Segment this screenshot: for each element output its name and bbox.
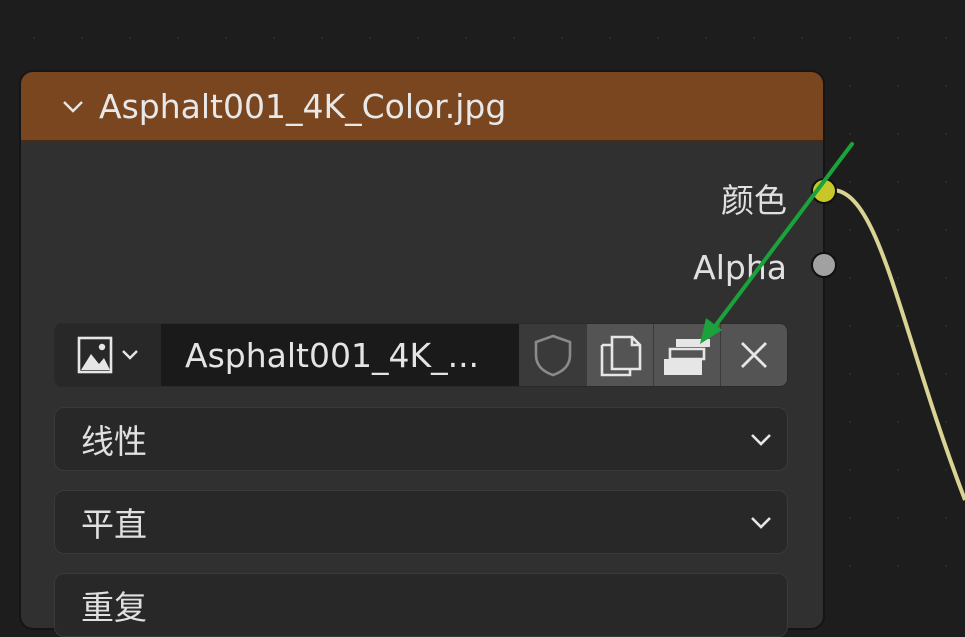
image-name-field[interactable]: Asphalt001_4K_... <box>161 324 519 386</box>
image-datablock-selector: Asphalt001_4K_... <box>54 323 788 387</box>
chevron-down-icon <box>122 350 138 360</box>
projection-value: 平直 <box>81 505 147 544</box>
interpolation-dropdown[interactable]: 线性 <box>54 407 788 471</box>
extension-dropdown[interactable]: 重复 <box>54 573 788 637</box>
chevron-down-icon <box>751 517 771 529</box>
color-output-socket[interactable] <box>811 178 837 204</box>
pack-icon <box>664 339 710 375</box>
chevron-down-icon <box>751 434 771 446</box>
output-alpha-label: Alpha <box>693 248 787 287</box>
extension-value: 重复 <box>81 588 147 627</box>
output-alpha-row: Alpha <box>693 248 787 287</box>
interpolation-value: 线性 <box>81 422 147 461</box>
node-header[interactable]: Asphalt001_4K_Color.jpg <box>21 72 823 142</box>
node-title: Asphalt001_4K_Color.jpg <box>99 86 507 126</box>
output-color-label: 颜色 <box>721 181 787 220</box>
duplicate-icon <box>600 335 642 377</box>
fake-user-button[interactable] <box>519 324 586 386</box>
collapse-chevron-icon[interactable] <box>61 94 85 118</box>
duplicate-image-button[interactable] <box>586 324 653 386</box>
alpha-output-socket[interactable] <box>811 252 837 278</box>
pack-image-button[interactable] <box>653 324 720 386</box>
shield-icon <box>534 334 572 377</box>
output-color-row: 颜色 <box>721 174 787 222</box>
close-icon <box>741 342 767 368</box>
image-icon <box>77 336 113 374</box>
projection-dropdown[interactable]: 平直 <box>54 490 788 554</box>
image-browse-button[interactable] <box>55 324 161 386</box>
unlink-image-button[interactable] <box>720 324 787 386</box>
